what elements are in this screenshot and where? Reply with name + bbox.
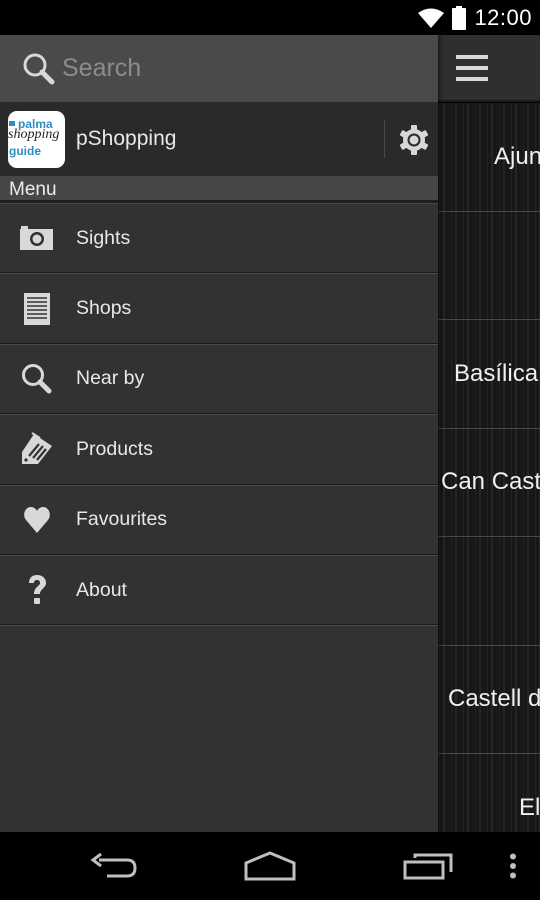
profile-row: palma shopping guide pShopping (0, 102, 438, 176)
question-icon (19, 572, 55, 608)
list-item[interactable]: Basílica (438, 320, 540, 429)
recent-apps-icon[interactable] (393, 832, 463, 900)
list-item[interactable] (438, 537, 540, 646)
camera-icon (19, 220, 55, 256)
search-icon (22, 52, 56, 86)
status-bar: 12:00 (0, 0, 540, 35)
search-input[interactable] (62, 54, 402, 83)
list-item-label: Can Castell (441, 468, 540, 496)
search-icon (19, 361, 55, 397)
home-icon[interactable] (235, 832, 305, 900)
menu-item-label: Favourites (76, 508, 168, 531)
list-item[interactable]: El (438, 754, 540, 832)
battery-icon (452, 5, 467, 30)
status-time: 12:00 (474, 4, 532, 30)
status-icons: 12:00 (418, 0, 532, 35)
app-logo: palma shopping guide (8, 110, 65, 168)
back-icon[interactable] (78, 832, 148, 900)
list-item-label: El (519, 793, 540, 821)
menu-item-near-by[interactable]: Near by (0, 343, 438, 415)
vertical-divider (384, 120, 385, 158)
list-item[interactable] (438, 212, 540, 320)
wifi-icon (418, 8, 445, 28)
list-item-label: Castell de (448, 685, 540, 713)
menu-item-label: About (76, 578, 127, 601)
navigation-drawer: palma shopping guide pShopping Menu Sig (0, 35, 438, 832)
system-nav-bar (0, 832, 540, 900)
logo-text-guide: guide (9, 143, 41, 158)
tag-icon (19, 431, 55, 467)
list-item-label: Basílica (454, 359, 539, 387)
main-content: Ajuntament Basílica Can Castell Castell … (438, 35, 540, 832)
list-item-label: Ajuntament (494, 142, 540, 170)
logo-bullet (9, 120, 15, 126)
menu-item-products[interactable]: Products (0, 414, 438, 485)
list-document-icon (19, 291, 55, 327)
search-bar (0, 35, 438, 102)
menu-item-favourites[interactable]: Favourites (0, 484, 438, 555)
logo-text-shopping: shopping (8, 126, 60, 142)
menu-item-label: Sights (76, 226, 131, 249)
menu-item-shops[interactable]: Shops (0, 273, 438, 344)
list-item[interactable]: Castell de (438, 646, 540, 754)
hamburger-icon[interactable] (456, 55, 488, 81)
sights-list: Ajuntament Basílica Can Castell Castell … (438, 103, 540, 832)
app-name: pShopping (76, 127, 177, 150)
heart-icon (19, 502, 55, 538)
menu-item-label: Shops (76, 297, 132, 320)
menu-item-about[interactable]: About (0, 554, 438, 626)
gear-icon[interactable] (398, 124, 430, 156)
divider (0, 625, 438, 627)
menu-item-label: Near by (76, 367, 145, 390)
list-item[interactable]: Can Castell (438, 429, 540, 537)
content-toolbar (438, 35, 540, 102)
menu-section-header: Menu (0, 176, 438, 203)
overflow-menu-icon[interactable] (498, 832, 528, 900)
menu-item-label: Products (76, 437, 153, 460)
list-item[interactable]: Ajuntament (438, 103, 540, 212)
menu-item-sights[interactable]: Sights (0, 203, 438, 274)
